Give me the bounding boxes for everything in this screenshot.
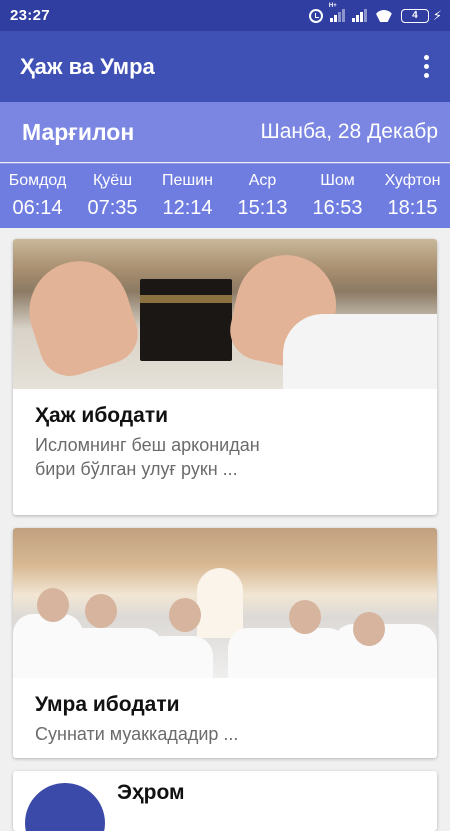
prayer-time-item: Пешин 12:14 xyxy=(150,164,225,228)
card-description: Суннати муаккададир ... xyxy=(35,724,239,744)
charging-icon: ⚡ xyxy=(432,7,442,23)
pilgrim-shape xyxy=(228,628,348,678)
prayer-name: Шом xyxy=(320,172,355,189)
network-type-label: H+ xyxy=(328,3,337,9)
city-name: Марғилон xyxy=(22,118,135,145)
prayer-time-item: Бомдод 06:14 xyxy=(0,164,75,228)
prayer-time: 15:13 xyxy=(237,197,288,219)
prayer-time: 06:14 xyxy=(12,197,63,219)
more-vert-icon[interactable] xyxy=(416,47,436,87)
umrah-image xyxy=(13,528,437,678)
app-title: Ҳаж ва Умра xyxy=(20,53,155,79)
card-avatar xyxy=(25,783,105,831)
prayer-time-item: Қуёш 07:35 xyxy=(75,164,150,228)
prayer-time-item: Шом 16:53 xyxy=(300,164,375,228)
prayer-name: Пешин xyxy=(161,172,213,189)
card-body: Ҳаж ибодати Исломнинг беш арконидан бири… xyxy=(13,389,437,481)
card-title: Ҳаж ибодати xyxy=(35,404,169,427)
card-body: Умра ибодати Суннати муаккададир ... xyxy=(13,678,437,746)
umrah-card[interactable]: Умра ибодати Суннати муаккададир ... xyxy=(13,528,437,758)
pilgrim-head xyxy=(85,594,117,628)
prayer-times-bar: Бомдод 06:14 Қуёш 07:35 Пешин 12:14 Аср … xyxy=(0,163,450,228)
card-title: Эҳром xyxy=(117,781,185,804)
card-description: Исломнинг беш арконидан бири бўлган улуғ… xyxy=(35,435,260,479)
card-title: Умра ибодати xyxy=(35,693,180,716)
signal-icon: H+ xyxy=(329,3,345,22)
current-date: Шанба, 28 Декабр xyxy=(260,120,438,143)
status-time: 23:27 xyxy=(10,7,50,24)
location-bar: Марғилон Шанба, 28 Декабр xyxy=(0,102,450,162)
hajj-card[interactable]: Ҳаж ибодати Исломнинг беш арконидан бири… xyxy=(13,239,437,515)
pilgrim-head xyxy=(37,588,69,622)
app-bar: Ҳаж ва Умра xyxy=(0,31,450,102)
prayer-time: 07:35 xyxy=(87,197,138,219)
prayer-time: 18:15 xyxy=(387,197,438,219)
pilgrim-head xyxy=(353,612,385,646)
prayer-time-item: Хуфтон 18:15 xyxy=(375,164,450,228)
signal-icon xyxy=(351,9,367,22)
status-icons: H+ 4 ⚡ xyxy=(308,3,442,24)
prayer-name: Қуёш xyxy=(92,172,133,189)
pilgrim-head xyxy=(169,598,201,632)
prayer-name: Хуфтон xyxy=(384,172,441,189)
alarm-icon xyxy=(308,8,323,23)
status-bar: 23:27 H+ 4 ⚡ xyxy=(0,0,450,31)
prayer-name: Аср xyxy=(248,172,277,189)
prayer-time: 16:53 xyxy=(312,197,363,219)
prayer-name: Бомдод xyxy=(8,172,67,189)
ihram-card[interactable]: Эҳром xyxy=(13,771,437,831)
prayer-time: 12:14 xyxy=(162,197,213,219)
hajj-image xyxy=(13,239,437,389)
pilgrim-head xyxy=(289,600,321,634)
wifi-icon xyxy=(374,10,394,22)
pilgrim-shape xyxy=(143,636,213,678)
sleeve-shape xyxy=(283,314,437,389)
hand-shape xyxy=(16,248,146,384)
kaaba-shape xyxy=(140,279,232,361)
pilgrim-shape xyxy=(333,624,437,678)
battery-icon: 4 xyxy=(400,8,429,23)
arch-shape xyxy=(197,568,243,638)
prayer-time-item: Аср 15:13 xyxy=(225,164,300,228)
